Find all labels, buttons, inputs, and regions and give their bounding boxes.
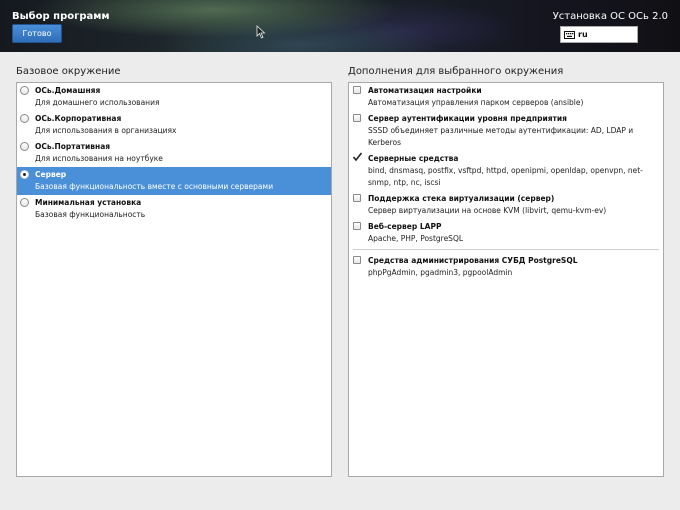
addon-name: Веб-сервер LAPP xyxy=(368,222,442,231)
checkmark-icon xyxy=(352,152,363,162)
mouse-pointer-icon xyxy=(256,25,266,39)
addon-item-auth-server[interactable]: Сервер аутентификации уровня предприятия… xyxy=(349,111,663,151)
addon-item-automation[interactable]: Автоматизация настройки Автоматизация уп… xyxy=(349,83,663,111)
addon-name: Средства администрирования СУБД PostgreS… xyxy=(368,256,578,265)
environment-item-server[interactable]: Сервер Базовая функциональность вместе с… xyxy=(17,167,331,195)
environment-name: ОСь.Корпоративная xyxy=(35,114,122,123)
header-bar: Выбор программ Готово Установка ОС ОСь 2… xyxy=(0,0,680,52)
environment-name: Минимальная установка xyxy=(35,198,142,207)
base-environment-title: Базовое окружение xyxy=(16,66,121,77)
addon-desc: Apache, PHP, PostgreSQL xyxy=(368,234,464,243)
environment-item-corporate[interactable]: ОСь.Корпоративная Для использования в ор… xyxy=(17,111,331,139)
environment-item-home[interactable]: ОСь.Домашняя Для домашнего использования xyxy=(17,83,331,111)
keyboard-layout-label: ru xyxy=(578,30,588,39)
done-button[interactable]: Готово xyxy=(12,24,62,43)
addon-desc: SSSD объединяет различные методы аутенти… xyxy=(368,126,634,147)
keyboard-icon xyxy=(564,31,575,39)
addon-desc: Сервер виртуализации на основе KVM (libv… xyxy=(368,206,607,215)
checkbox[interactable] xyxy=(353,86,361,94)
addons-list: Автоматизация настройки Автоматизация уп… xyxy=(348,82,664,477)
checkbox[interactable] xyxy=(353,222,361,230)
radio-button[interactable] xyxy=(20,142,29,151)
separator xyxy=(353,249,659,250)
checkbox[interactable] xyxy=(353,194,361,202)
environment-desc: Для использования в организациях xyxy=(35,126,177,135)
environment-name: ОСь.Домашняя xyxy=(35,86,101,95)
addon-item-postgresql-admin[interactable]: Средства администрирования СУБД PostgreS… xyxy=(349,253,663,281)
addon-item-server-tools[interactable]: Серверные средства bind, dnsmasq, postfi… xyxy=(349,151,663,191)
page-title: Выбор программ xyxy=(12,11,110,22)
environment-item-minimal[interactable]: Минимальная установка Базовая функционал… xyxy=(17,195,331,223)
radio-button[interactable] xyxy=(20,86,29,95)
environment-desc: Для домашнего использования xyxy=(35,98,160,107)
keyboard-layout-indicator[interactable]: ru xyxy=(560,26,638,43)
environment-item-portable[interactable]: ОСь.Портативная Для использования на ноу… xyxy=(17,139,331,167)
radio-button-selected[interactable] xyxy=(20,170,29,179)
addon-name: Автоматизация настройки xyxy=(368,86,482,95)
environment-name: ОСь.Портативная xyxy=(35,142,111,151)
addon-item-virtualization[interactable]: Поддержка стека виртуализации (сервер) С… xyxy=(349,191,663,219)
environment-desc: Для использования на ноутбуке xyxy=(35,154,163,163)
install-title: Установка ОС ОСь 2.0 xyxy=(552,11,668,22)
checkbox[interactable] xyxy=(353,114,361,122)
environment-desc: Базовая функциональность xyxy=(35,210,146,219)
checkbox[interactable] xyxy=(353,256,361,264)
addon-desc: phpPgAdmin, pgadmin3, pgpoolAdmin xyxy=(368,268,513,277)
addon-name: Серверные средства xyxy=(368,154,459,163)
base-environment-list: ОСь.Домашняя Для домашнего использования… xyxy=(16,82,332,477)
addon-desc: bind, dnsmasq, postfix, vsftpd, httpd, o… xyxy=(368,166,643,187)
radio-button[interactable] xyxy=(20,198,29,207)
addon-desc: Автоматизация управления парком серверов… xyxy=(368,98,584,107)
addon-name: Сервер аутентификации уровня предприятия xyxy=(368,114,567,123)
addons-title: Дополнения для выбранного окружения xyxy=(348,66,564,77)
checkbox-checked[interactable] xyxy=(352,152,363,162)
radio-button[interactable] xyxy=(20,114,29,123)
environment-name: Сервер xyxy=(35,170,67,179)
environment-desc: Базовая функциональность вместе с основн… xyxy=(35,182,274,191)
addon-name: Поддержка стека виртуализации (сервер) xyxy=(368,194,555,203)
addon-item-lapp[interactable]: Веб-сервер LAPP Apache, PHP, PostgreSQL xyxy=(349,219,663,247)
